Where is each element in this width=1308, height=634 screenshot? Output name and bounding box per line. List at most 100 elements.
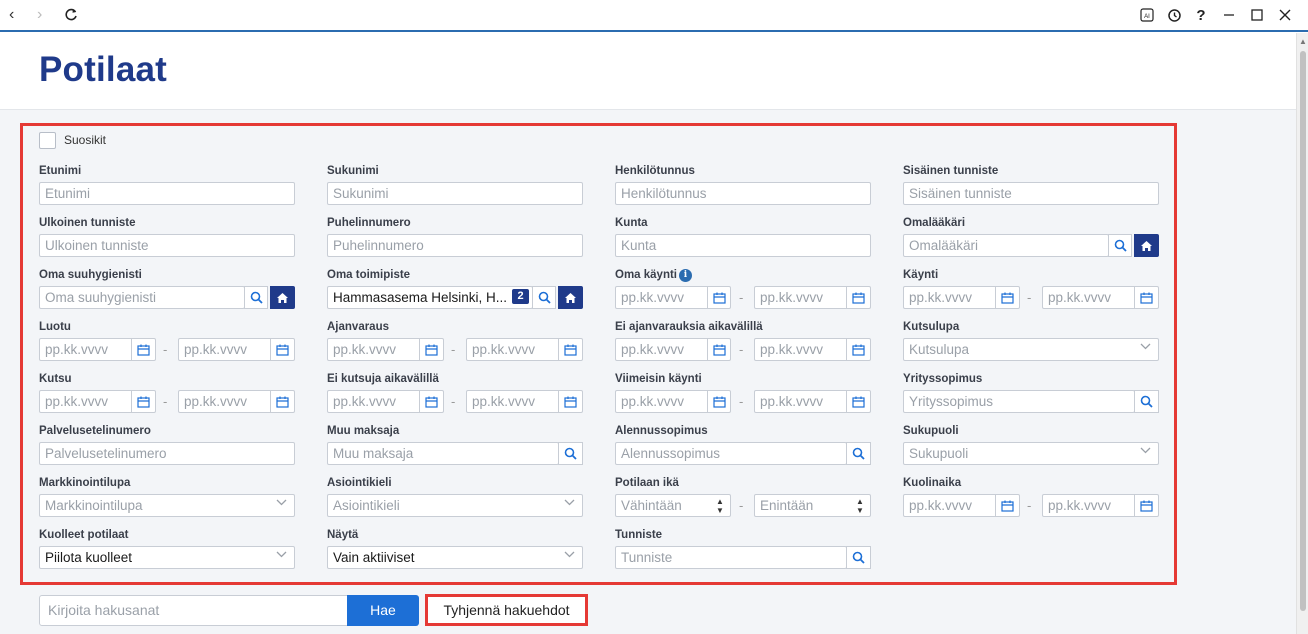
search-icon <box>538 291 551 304</box>
calendar-icon[interactable] <box>270 391 294 412</box>
tunniste-input[interactable]: Tunniste <box>615 546 847 569</box>
muu-maksaja-input[interactable]: Muu maksaja <box>327 442 559 465</box>
search-icon <box>250 291 263 304</box>
ai-icon[interactable]: AI <box>1137 5 1157 25</box>
sukunimi-input[interactable]: Sukunimi <box>327 182 583 205</box>
chevron-down-icon[interactable] <box>1140 343 1151 350</box>
favorites-label: Suosikit <box>64 133 107 147</box>
yrityssopimus-input[interactable]: Yrityssopimus <box>903 390 1135 413</box>
clear-filters-button[interactable]: Tyhjennä hakuehdot <box>425 594 588 626</box>
suuhygienisti-home-button[interactable] <box>270 286 295 309</box>
chevron-down-icon[interactable] <box>276 551 287 558</box>
calendar-icon[interactable] <box>846 391 870 412</box>
kutsu-label: Kutsu <box>39 373 72 385</box>
ajanvaraus-label: Ajanvaraus <box>327 321 390 333</box>
toimipiste-input[interactable]: Hammasasema Helsinki, H... <box>327 286 533 309</box>
home-icon <box>1141 240 1152 251</box>
calendar-icon[interactable] <box>846 287 870 308</box>
favorites-checkbox[interactable] <box>39 132 56 149</box>
calendar-icon[interactable] <box>558 339 582 360</box>
scrollbar-thumb[interactable] <box>1300 51 1306 611</box>
omalaakari-input[interactable]: Omalääkäri <box>903 234 1109 257</box>
omalaakari-home-button[interactable] <box>1134 234 1159 257</box>
sukupuoli-select[interactable]: Sukupuoli <box>903 442 1159 465</box>
palveluseteli-label: Palvelusetelinumero <box>39 425 151 437</box>
kuolleet-select[interactable]: Piilota kuolleet <box>39 546 295 569</box>
range-separator: - <box>1027 498 1032 513</box>
back-icon[interactable]: ‹ <box>9 6 14 24</box>
etunimi-input[interactable]: Etunimi <box>39 182 295 205</box>
calendar-icon[interactable] <box>131 339 155 360</box>
markkinointilupa-select[interactable]: Markkinointilupa <box>39 494 295 517</box>
nayta-select[interactable]: Vain aktiiviset <box>327 546 583 569</box>
calendar-icon[interactable] <box>707 391 731 412</box>
search-icon <box>852 551 865 564</box>
home-icon <box>277 292 288 303</box>
range-separator: - <box>739 342 744 357</box>
toimipiste-home-button[interactable] <box>558 286 583 309</box>
calendar-icon[interactable] <box>1134 495 1158 516</box>
ei-kutsuja-from-value: pp.kk.vvvv <box>333 394 397 409</box>
kaynti-label: Käynti <box>903 269 939 281</box>
minimize-icon[interactable] <box>1219 5 1239 25</box>
chevron-down-icon[interactable] <box>276 499 287 506</box>
forward-icon[interactable]: › <box>37 6 42 24</box>
calendar-icon[interactable] <box>995 495 1019 516</box>
ulkoinen-tunniste-input[interactable]: Ulkoinen tunniste <box>39 234 295 257</box>
puhelinnumero-label: Puhelinnumero <box>327 217 411 229</box>
alennussopimus-search-button[interactable] <box>846 442 871 465</box>
suuhygienisti-input[interactable]: Oma suuhygienisti <box>39 286 245 309</box>
keyword-search-input[interactable]: Kirjoita hakusanat <box>39 595 348 626</box>
viimeisin-from-value: pp.kk.vvvv <box>621 394 685 409</box>
palveluseteli-input[interactable]: Palvelusetelinumero <box>39 442 295 465</box>
yrityssopimus-search-button[interactable] <box>1134 390 1159 413</box>
puhelinnumero-input[interactable]: Puhelinnumero <box>327 234 583 257</box>
tunniste-label: Tunniste <box>615 529 663 541</box>
kunta-input[interactable]: Kunta <box>615 234 871 257</box>
alennussopimus-input[interactable]: Alennussopimus <box>615 442 847 465</box>
omalaakari-search-button[interactable] <box>1108 234 1132 257</box>
ika-min-stepper-icon[interactable]: ▲ ▼ <box>713 495 727 517</box>
chevron-down-icon[interactable] <box>1140 447 1151 454</box>
asiointikieli-select[interactable]: Asiointikieli <box>327 494 583 517</box>
calendar-icon[interactable] <box>419 391 443 412</box>
calendar-icon[interactable] <box>995 287 1019 308</box>
search-button[interactable]: Hae <box>347 595 419 626</box>
calendar-icon[interactable] <box>707 287 731 308</box>
vertical-scrollbar[interactable]: ▲ <box>1296 33 1308 634</box>
ika-max-stepper-icon[interactable]: ▲ ▼ <box>853 495 867 517</box>
page-header: Potilaat <box>0 33 1296 110</box>
home-icon <box>565 292 576 303</box>
sisainen-tunniste-input[interactable]: Sisäinen tunniste <box>903 182 1159 205</box>
ei-kutsuja-to-value: pp.kk.vvvv <box>472 394 536 409</box>
calendar-icon[interactable] <box>131 391 155 412</box>
maximize-icon[interactable] <box>1247 5 1267 25</box>
scroll-up-icon[interactable]: ▲ <box>1299 37 1307 46</box>
suuhygienisti-search-button[interactable] <box>244 286 268 309</box>
chevron-down-icon[interactable] <box>564 499 575 506</box>
calendar-icon[interactable] <box>707 339 731 360</box>
history-icon[interactable] <box>1164 5 1184 25</box>
toimipiste-search-button[interactable] <box>532 286 556 309</box>
muu-maksaja-search-button[interactable] <box>558 442 583 465</box>
close-icon[interactable] <box>1275 5 1295 25</box>
kutsulupa-select[interactable]: Kutsulupa <box>903 338 1159 361</box>
info-icon[interactable]: i <box>679 269 692 282</box>
ei-ajanvarauksia-label: Ei ajanvarauksia aikavälillä <box>615 321 763 333</box>
calendar-icon[interactable] <box>558 391 582 412</box>
kutsu-from-value: pp.kk.vvvv <box>45 394 109 409</box>
help-icon[interactable]: ? <box>1191 5 1211 25</box>
tunniste-search-button[interactable] <box>846 546 871 569</box>
muu-maksaja-label: Muu maksaja <box>327 425 400 437</box>
calendar-icon[interactable] <box>270 339 294 360</box>
ei-ajanvarauksia-from-value: pp.kk.vvvv <box>621 342 685 357</box>
calendar-icon[interactable] <box>846 339 870 360</box>
calendar-icon[interactable] <box>1134 287 1158 308</box>
chevron-down-icon[interactable] <box>564 551 575 558</box>
reload-icon[interactable] <box>61 5 81 25</box>
henkilotunnus-input[interactable]: Henkilötunnus <box>615 182 871 205</box>
search-icon <box>1140 395 1153 408</box>
range-separator: - <box>163 342 168 357</box>
kunta-label: Kunta <box>615 217 648 229</box>
calendar-icon[interactable] <box>419 339 443 360</box>
